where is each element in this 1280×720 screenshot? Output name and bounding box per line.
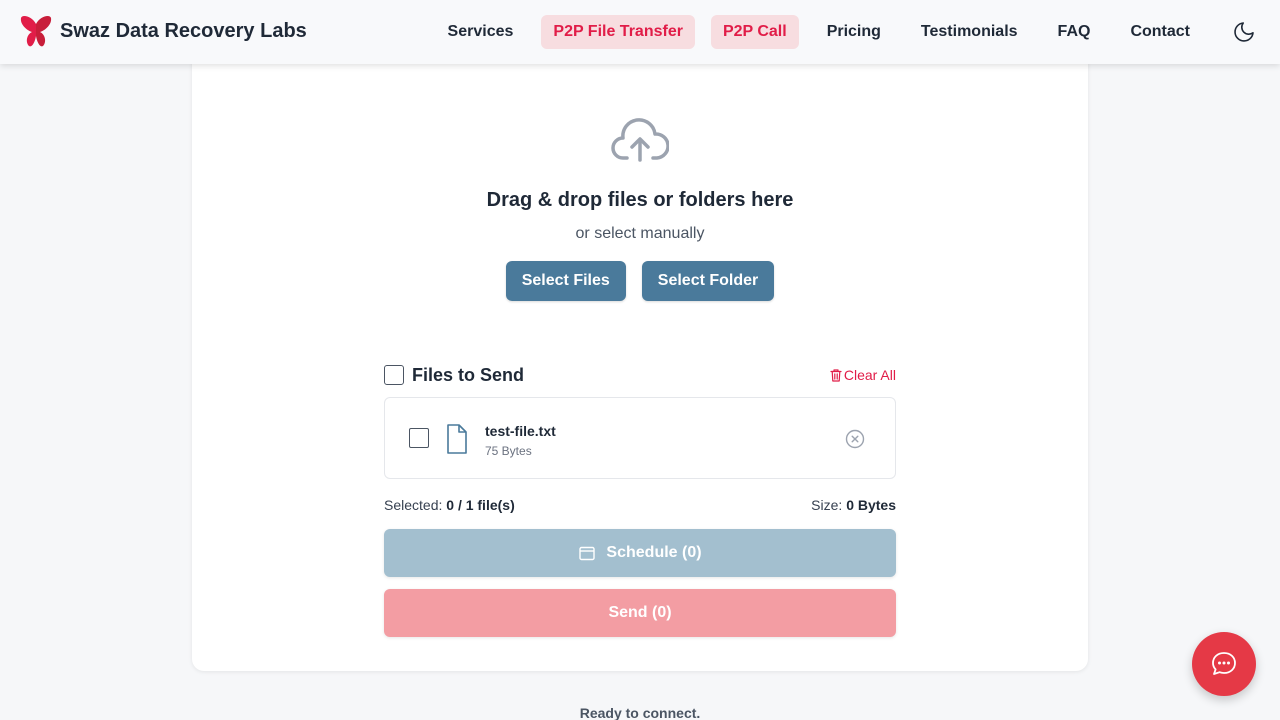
file-name: test-file.txt [485, 423, 556, 439]
site-header: Swaz Data Recovery Labs Services P2P Fil… [0, 0, 1280, 64]
files-header: Files to Send Clear All [384, 364, 896, 386]
theme-toggle-button[interactable] [1230, 18, 1258, 46]
size-value: 0 Bytes [846, 497, 896, 513]
file-checkbox[interactable] [409, 428, 429, 448]
schedule-label: Schedule (0) [606, 544, 702, 561]
nav-p2p-file-transfer[interactable]: P2P File Transfer [541, 15, 695, 49]
nav-p2p-call[interactable]: P2P Call [710, 15, 799, 49]
file-list: test-file.txt 75 Bytes [384, 397, 896, 479]
nav-testimonials[interactable]: Testimonials [909, 15, 1030, 49]
schedule-button[interactable]: Schedule (0) [384, 529, 896, 577]
files-section: Files to Send Clear All test-file.txt 75… [384, 364, 896, 637]
drop-zone[interactable]: Drag & drop files or folders here or sel… [192, 116, 1088, 301]
send-button[interactable]: Send (0) [384, 589, 896, 637]
remove-file-icon[interactable] [845, 429, 865, 449]
nav-services[interactable]: Services [436, 15, 526, 49]
select-buttons: Select Files Select Folder [192, 261, 1088, 301]
nav-faq[interactable]: FAQ [1046, 15, 1103, 49]
selection-stats: Selected: 0 / 1 file(s) Size: 0 Bytes [384, 497, 896, 513]
send-label: Send (0) [608, 604, 672, 621]
drop-subtitle: or select manually [575, 225, 705, 242]
file-size: 75 Bytes [485, 444, 532, 458]
selected-value: 0 / 1 file(s) [446, 497, 515, 513]
clear-all-button[interactable]: Clear All [829, 367, 896, 383]
files-header-left: Files to Send [384, 365, 524, 386]
brand-name: Swaz Data Recovery Labs [60, 19, 307, 42]
calendar-icon [579, 546, 596, 561]
select-folder-button[interactable]: Select Folder [641, 261, 775, 301]
main-nav: Services P2P File Transfer P2P Call Pric… [436, 0, 1280, 64]
butterfly-logo-icon [20, 16, 52, 47]
nav-contact[interactable]: Contact [1118, 15, 1202, 49]
selected-size: Size: 0 Bytes [811, 497, 896, 513]
files-title: Files to Send [412, 364, 525, 385]
selected-label: Selected: [384, 497, 443, 513]
brand[interactable]: Swaz Data Recovery Labs [20, 14, 307, 48]
chat-button[interactable] [1192, 632, 1256, 696]
clear-all-label: Clear All [843, 367, 896, 383]
select-all-checkbox[interactable] [384, 365, 404, 385]
document-icon [447, 424, 467, 454]
transfer-card: Drag & drop files or folders here or sel… [192, 40, 1088, 671]
chat-bubble-icon [1212, 652, 1236, 675]
drop-title: Drag & drop files or folders here [486, 189, 794, 211]
moon-icon [1234, 22, 1254, 42]
selected-count: Selected: 0 / 1 file(s) [384, 497, 515, 513]
connection-status: Ready to connect. [579, 705, 701, 720]
nav-pricing[interactable]: Pricing [815, 15, 893, 49]
size-label: Size: [811, 497, 843, 513]
trash-icon [830, 369, 842, 382]
cloud-upload-icon [611, 118, 669, 162]
select-files-button[interactable]: Select Files [505, 261, 626, 301]
